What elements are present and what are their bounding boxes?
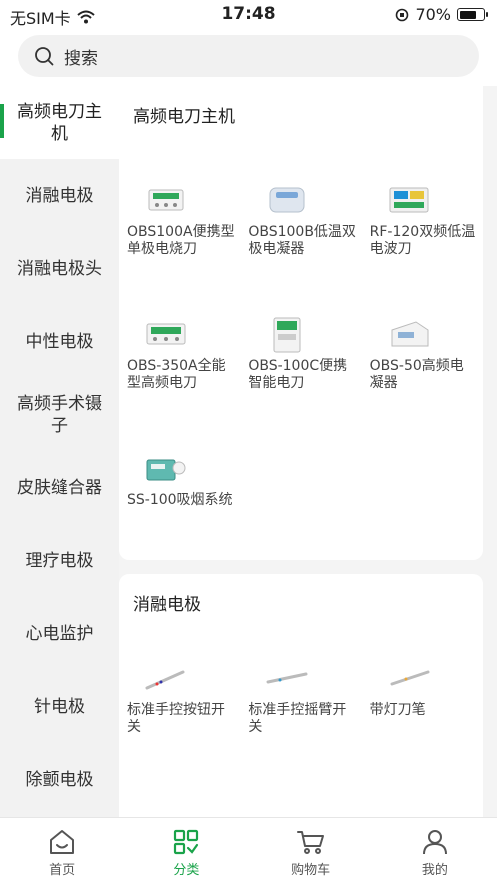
search-area: 搜索	[0, 28, 497, 86]
category-sidebar: 高频电刀主机 消融电极 消融电极头 中性电极 高频手术镊子 皮肤缝合器 理疗电极…	[0, 86, 119, 817]
product-thumbnail	[266, 672, 308, 684]
product-name: 标准手控摇臂开关	[248, 702, 347, 735]
product-item[interactable]: 标准手控摇臂开关	[240, 660, 361, 794]
tab-label: 首页	[49, 863, 76, 878]
search-icon	[35, 47, 54, 66]
sidebar-item-needle-electrode[interactable]: 针电极	[0, 670, 119, 743]
product-name: 带灯刀笔	[369, 702, 426, 718]
status-right: 70%	[395, 5, 488, 24]
product-name: SS-100吸烟系统	[127, 492, 233, 508]
profile-icon	[422, 830, 447, 855]
sidebar-item-surgical-forceps[interactable]: 高频手术镊子	[0, 378, 119, 451]
product-item[interactable]: OBS-100C便携智能电刀	[240, 316, 361, 450]
tab-category[interactable]: 分类	[124, 818, 248, 883]
section-high-frequency-host: 高频电刀主机 OBS100A便携型单极电烧刀 OBS100B低温双极电凝器 RF…	[119, 86, 483, 560]
product-thumbnail	[391, 321, 429, 347]
section-title: 消融电极	[133, 595, 201, 615]
product-name: OBS-350A全能型高频电刀	[127, 358, 226, 391]
product-thumbnail	[145, 670, 185, 690]
sidebar-item-defib-electrode[interactable]: 除颤电极	[0, 743, 119, 816]
sidebar-item-physio-electrode[interactable]: 理疗电极	[0, 524, 119, 597]
product-name: RF-120双频低温电波刀	[369, 224, 476, 257]
product-item[interactable]: 带灯刀笔	[362, 660, 483, 794]
tab-label: 我的	[421, 863, 448, 878]
tab-bar: 首页 分类 购物车 我的	[0, 817, 497, 883]
cart-icon	[296, 831, 324, 854]
product-item[interactable]: SS-100吸烟系统	[119, 450, 240, 584]
tab-label: 分类	[173, 863, 200, 878]
tab-home[interactable]: 首页	[0, 818, 124, 883]
product-name: 标准手控按钮开关	[127, 702, 225, 735]
product-thumbnail	[273, 317, 301, 353]
product-thumbnail	[148, 189, 184, 211]
orientation-lock-icon	[396, 8, 409, 21]
product-item[interactable]: OBS-350A全能型高频电刀	[119, 316, 240, 450]
sidebar-item-high-frequency-host[interactable]: 高频电刀主机	[0, 86, 119, 159]
product-item[interactable]: OBS100B低温双极电凝器	[240, 182, 361, 316]
tab-profile[interactable]: 我的	[373, 818, 497, 883]
tab-label: 购物车	[291, 863, 331, 878]
section-ablation-electrode: 消融电极 标准手控按钮开关 标准手控摇臂开关 带灯刀笔	[119, 574, 483, 817]
product-thumbnail	[389, 187, 429, 213]
sidebar-item-ecg-monitor[interactable]: 心电监护	[0, 597, 119, 670]
category-icon	[174, 829, 199, 855]
product-name: OBS100B低温双极电凝器	[248, 224, 356, 257]
sidebar-item-skin-stapler[interactable]: 皮肤缝合器	[0, 451, 119, 524]
product-thumbnail	[390, 670, 430, 686]
product-thumbnail	[146, 323, 186, 345]
product-thumbnail	[269, 187, 305, 213]
battery-icon	[457, 8, 488, 21]
product-name: OBS-100C便携智能电刀	[248, 358, 348, 391]
battery-percent: 70%	[415, 5, 451, 24]
search-input[interactable]: 搜索	[18, 35, 479, 77]
product-grid: OBS100A便携型单极电烧刀 OBS100B低温双极电凝器 RF-120双频低…	[119, 182, 483, 584]
search-placeholder: 搜索	[64, 48, 98, 69]
product-item[interactable]: 标准手控按钮开关	[119, 660, 240, 794]
product-name: OBS-50高频电凝器	[369, 358, 464, 391]
section-title: 高频电刀主机	[133, 107, 235, 127]
tab-cart[interactable]: 购物车	[249, 818, 373, 883]
sidebar-item-ablation-electrode-head[interactable]: 消融电极头	[0, 232, 119, 305]
sidebar-item-ablation-electrode[interactable]: 消融电极	[0, 159, 119, 232]
product-item[interactable]: OBS100A便携型单极电烧刀	[119, 182, 240, 316]
product-item[interactable]: RF-120双频低温电波刀	[362, 182, 483, 316]
product-item[interactable]: OBS-50高频电凝器	[362, 316, 483, 450]
product-thumbnail	[146, 459, 186, 481]
status-bar: 无SIM卡 17:48 70%	[0, 0, 497, 28]
product-panel: 高频电刀主机 OBS100A便携型单极电烧刀 OBS100B低温双极电凝器 RF…	[119, 86, 497, 817]
product-name: OBS100A便携型单极电烧刀	[127, 224, 235, 257]
product-grid: 标准手控按钮开关 标准手控摇臂开关 带灯刀笔	[119, 660, 483, 794]
sidebar-item-neutral-electrode[interactable]: 中性电极	[0, 305, 119, 378]
home-icon	[50, 830, 75, 854]
